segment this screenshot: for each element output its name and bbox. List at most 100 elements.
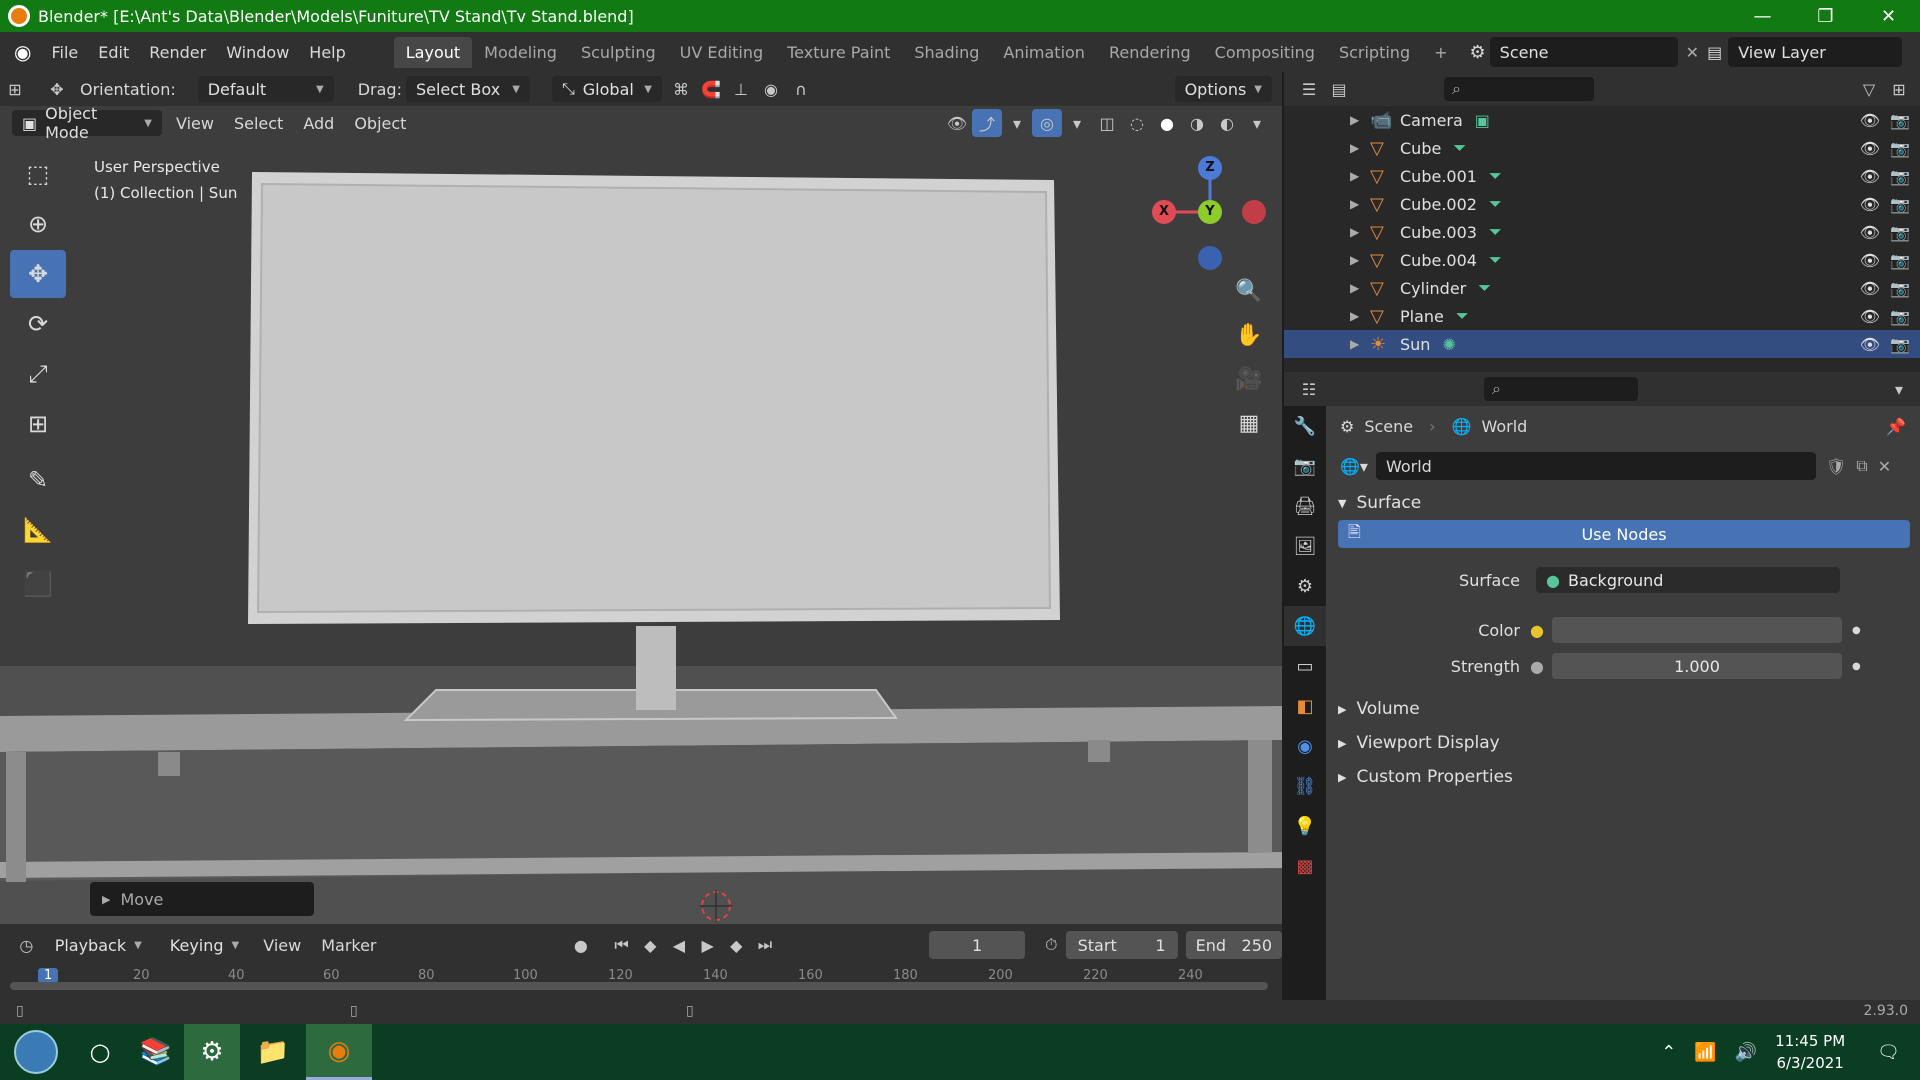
eye-icon[interactable]: 👁 xyxy=(1860,139,1880,158)
taskbar-app-steam[interactable]: ⚙ xyxy=(184,1024,240,1080)
chevron-down-icon[interactable]: ▾ xyxy=(1002,109,1032,137)
outliner-row[interactable]: ▶ ▽ Cube ⏷ 👁 📷 xyxy=(1284,134,1920,162)
playback-menu[interactable]: Playback ▼ xyxy=(45,932,152,958)
scene-close-icon[interactable]: ✕ xyxy=(1686,43,1699,62)
eye-icon[interactable]: 👁 xyxy=(1860,111,1880,130)
end-frame-field[interactable]: End 250 xyxy=(1185,931,1283,959)
gizmo-axis-x[interactable]: X xyxy=(1152,200,1176,224)
taskbar-app-blender[interactable]: ◉ xyxy=(306,1024,372,1080)
notifications-icon[interactable]: 🗨 xyxy=(1877,1042,1900,1063)
properties-editor-icon[interactable]: ☷ xyxy=(1294,375,1324,403)
zoom-icon[interactable]: 🔍 xyxy=(1230,272,1268,310)
eye-icon[interactable]: 👁 xyxy=(1860,223,1880,242)
pivot-icon[interactable]: ⌘ xyxy=(666,75,696,103)
timeline-editor-icon[interactable]: ◷ xyxy=(12,931,41,959)
object-data-icon[interactable]: ▣ xyxy=(1475,111,1490,130)
color-swatch-field[interactable] xyxy=(1551,617,1842,643)
render-camera-icon[interactable]: 📷 xyxy=(1890,335,1910,354)
volume-icon[interactable]: 🔊 xyxy=(1735,1042,1757,1063)
start-button[interactable] xyxy=(0,1024,72,1080)
pan-hand-icon[interactable]: ✋ xyxy=(1230,316,1268,354)
expand-arrow-icon[interactable]: ▶ xyxy=(1350,197,1370,211)
start-frame-field[interactable]: Start 1 xyxy=(1065,931,1178,959)
outliner-search-input[interactable]: ⌕ xyxy=(1444,77,1594,101)
object-data-icon[interactable]: ⏷ xyxy=(1456,306,1469,326)
gizmo-axis-z[interactable]: Z xyxy=(1198,156,1222,180)
viewport-menu-select[interactable]: Select xyxy=(224,114,293,133)
expand-arrow-icon[interactable]: ▶ xyxy=(1350,169,1370,183)
tab-scene-icon[interactable]: ⚙ xyxy=(1284,566,1326,606)
tab-compositing[interactable]: Compositing xyxy=(1203,37,1327,68)
cursor-tool[interactable]: ⊕ xyxy=(10,200,66,248)
select-box-tool[interactable]: ⬚ xyxy=(10,150,66,198)
outliner-row[interactable]: ▶ ▽ Cube.001 ⏷ 👁 📷 xyxy=(1284,162,1920,190)
tab-layout[interactable]: Layout xyxy=(393,36,473,68)
render-camera-icon[interactable]: 📷 xyxy=(1890,139,1910,158)
viewport-menu-view[interactable]: View xyxy=(166,114,224,133)
camera-view-icon[interactable]: 🎥 xyxy=(1230,360,1268,398)
rotate-tool[interactable]: ⟳ xyxy=(10,300,66,348)
xray-toggle-icon[interactable]: ◫ xyxy=(1092,109,1122,137)
tab-view-layer-icon[interactable]: 🖼 xyxy=(1284,526,1326,566)
minimize-button[interactable]: — xyxy=(1731,6,1794,27)
expand-arrow-icon[interactable]: ▶ xyxy=(1350,113,1370,127)
tab-tool-icon[interactable]: 🔧 xyxy=(1284,406,1326,446)
visibility-icon[interactable]: 👁 xyxy=(942,109,972,137)
keyframe-dot-icon[interactable]: ● xyxy=(1852,661,1861,672)
tab-shading[interactable]: Shading xyxy=(902,37,991,68)
eye-icon[interactable]: 👁 xyxy=(1860,307,1880,326)
viewport-menu-add[interactable]: Add xyxy=(293,114,344,133)
expand-arrow-icon[interactable]: ▶ xyxy=(1350,337,1370,351)
gizmo-axis-y[interactable]: Y xyxy=(1198,200,1222,224)
timeline-menu-marker[interactable]: Marker xyxy=(311,936,386,955)
eye-icon[interactable]: 👁 xyxy=(1860,279,1880,298)
eye-icon[interactable]: 👁 xyxy=(1860,195,1880,214)
gizmo-axis-neg-x[interactable] xyxy=(1242,200,1266,224)
playhead-marker[interactable]: 1 xyxy=(38,968,59,983)
last-operation-panel[interactable]: ▶ Move xyxy=(90,882,314,916)
menu-render[interactable]: Render xyxy=(139,43,216,62)
menu-help[interactable]: Help xyxy=(299,43,355,62)
expand-arrow-icon[interactable]: ▶ xyxy=(1350,253,1370,267)
outliner-row[interactable]: ▶ ▽ Cube.004 ⏷ 👁 📷 xyxy=(1284,246,1920,274)
overlay-toggle-icon[interactable]: ◎ xyxy=(1032,109,1062,137)
tab-animation[interactable]: Animation xyxy=(991,37,1097,68)
keying-menu[interactable]: Keying ▼ xyxy=(160,932,249,958)
tab-uv-editing[interactable]: UV Editing xyxy=(668,37,775,68)
outliner-row[interactable]: ▶ ▽ Cube.003 ⏷ 👁 📷 xyxy=(1284,218,1920,246)
measure-tool[interactable]: 📐 xyxy=(10,506,66,554)
render-camera-icon[interactable]: 📷 xyxy=(1890,279,1910,298)
use-nodes-button[interactable]: 🖹 Use Nodes xyxy=(1338,520,1910,548)
tab-texture-paint[interactable]: Texture Paint xyxy=(775,37,902,68)
render-camera-icon[interactable]: 📷 xyxy=(1890,307,1910,326)
menu-file[interactable]: File xyxy=(41,43,88,62)
add-workspace-button[interactable]: + xyxy=(1422,37,1459,68)
volume-panel-header[interactable]: ▶ Volume xyxy=(1326,692,1920,726)
object-data-icon[interactable]: ⏷ xyxy=(1489,166,1502,186)
tab-object-icon[interactable]: ◧ xyxy=(1284,686,1326,726)
outliner-editor-icon[interactable]: ☰ xyxy=(1294,75,1324,103)
transform-tool[interactable]: ⊞ xyxy=(10,400,66,448)
blender-menu-icon[interactable]: ◉ xyxy=(14,40,31,64)
viewport-menu-object[interactable]: Object xyxy=(344,114,416,133)
gizmo-axis-neg-z[interactable] xyxy=(1198,246,1222,270)
timeline-menu-view[interactable]: View xyxy=(253,936,311,955)
play-icon[interactable]: ▶ xyxy=(693,931,722,959)
menu-window[interactable]: Window xyxy=(216,43,299,62)
expand-arrow-icon[interactable]: ▶ xyxy=(1350,281,1370,295)
tab-light-data-icon[interactable]: 💡 xyxy=(1284,806,1326,846)
tray-expand-icon[interactable]: ⌃ xyxy=(1661,1042,1676,1063)
clock[interactable]: 11:45 PM 6/3/2021 xyxy=(1775,1030,1845,1074)
play-reverse-icon[interactable]: ◀ xyxy=(665,931,694,959)
close-button[interactable]: ✕ xyxy=(1857,6,1920,27)
new-collection-icon[interactable]: ⊞ xyxy=(1884,75,1914,103)
filter-icon[interactable]: ▽ xyxy=(1854,75,1884,103)
wifi-icon[interactable]: 📶 xyxy=(1694,1042,1716,1063)
3d-viewport[interactable] xyxy=(0,106,1282,924)
render-camera-icon[interactable]: 📷 xyxy=(1890,251,1910,270)
keyframe-dot-icon[interactable]: ● xyxy=(1852,625,1861,636)
record-icon[interactable]: ● xyxy=(567,931,596,959)
viewport-display-panel-header[interactable]: ▶ Viewport Display xyxy=(1326,726,1920,760)
next-keyframe-icon[interactable]: ◆ xyxy=(722,931,751,959)
eye-icon[interactable]: 👁 xyxy=(1860,167,1880,186)
